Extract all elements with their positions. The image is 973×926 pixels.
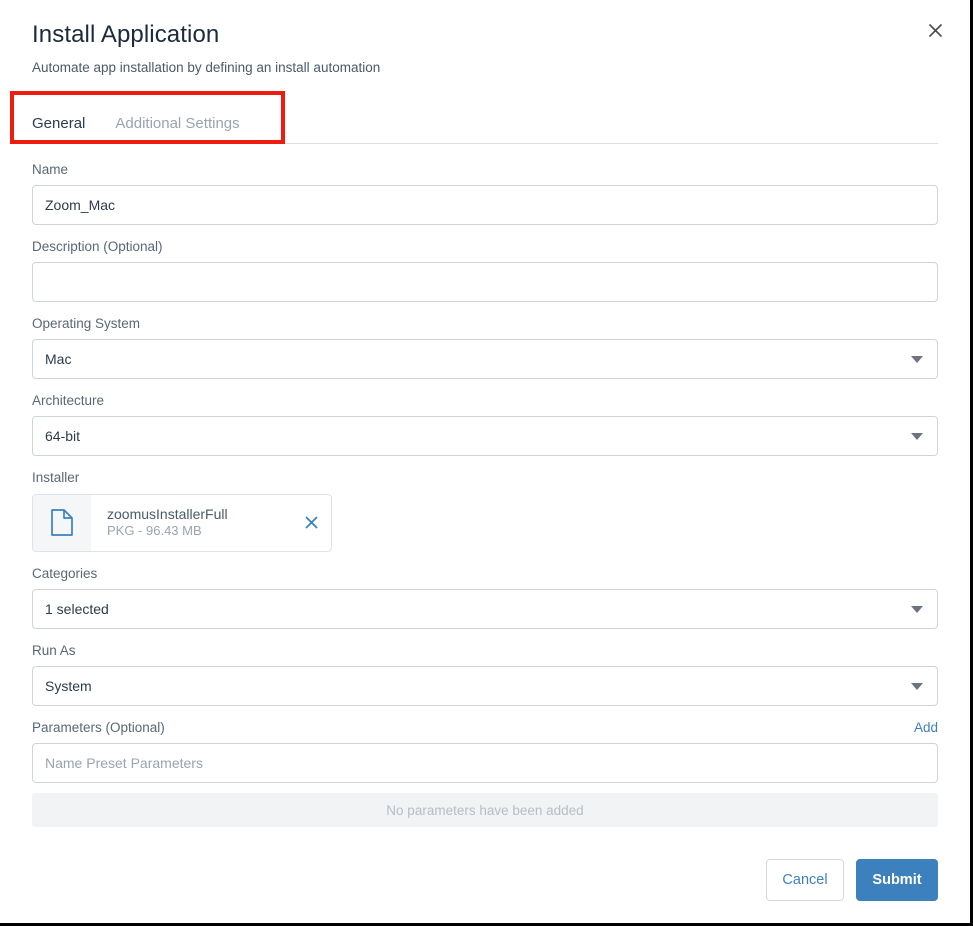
operating-system-value: Mac [45, 351, 71, 367]
dialog-header: Install Application Automate app install… [0, 0, 970, 77]
tab-general[interactable]: General [32, 116, 85, 143]
install-application-dialog: Install Application Automate app install… [0, 0, 973, 926]
field-categories: Categories 1 selected [32, 566, 938, 629]
run-as-label: Run As [32, 643, 938, 659]
tab-additional-settings[interactable]: Additional Settings [115, 116, 239, 143]
tab-divider [32, 143, 938, 144]
name-input[interactable]: Zoom_Mac [32, 185, 938, 225]
description-label: Description (Optional) [32, 239, 938, 255]
chevron-down-icon [911, 433, 923, 440]
dialog-subtitle: Automate app installation by defining an… [32, 60, 938, 76]
categories-label: Categories [32, 566, 938, 582]
add-parameter-link[interactable]: Add [914, 720, 938, 735]
general-form: Name Zoom_Mac Description (Optional) Ope… [0, 144, 970, 828]
name-input-value: Zoom_Mac [45, 197, 115, 213]
architecture-select[interactable]: 64-bit [32, 416, 938, 456]
remove-installer-icon[interactable] [291, 516, 331, 529]
field-architecture: Architecture 64-bit [32, 393, 938, 456]
field-run-as: Run As System [32, 643, 938, 706]
parameters-input[interactable]: Name Preset Parameters [32, 743, 938, 783]
field-installer: Installer zoomusInstallerFull PKG - 96.4… [32, 470, 938, 551]
installer-file-card: zoomusInstallerFull PKG - 96.43 MB [32, 494, 332, 552]
run-as-value: System [45, 678, 92, 694]
field-description: Description (Optional) [32, 239, 938, 302]
categories-value: 1 selected [45, 601, 109, 617]
installer-file-name: zoomusInstallerFull [107, 505, 291, 523]
operating-system-label: Operating System [32, 316, 938, 332]
operating-system-select[interactable]: Mac [32, 339, 938, 379]
submit-button[interactable]: Submit [856, 859, 938, 901]
chevron-down-icon [911, 356, 923, 363]
close-icon[interactable] [922, 17, 948, 43]
architecture-value: 64-bit [45, 428, 80, 444]
parameters-input-placeholder: Name Preset Parameters [45, 755, 203, 771]
architecture-label: Architecture [32, 393, 938, 409]
tab-bar: General Additional Settings [0, 103, 970, 144]
page-title: Install Application [32, 22, 938, 48]
categories-select[interactable]: 1 selected [32, 589, 938, 629]
chevron-down-icon [911, 606, 923, 613]
field-parameters: Parameters (Optional) Add Name Preset Pa… [32, 720, 938, 827]
cancel-button[interactable]: Cancel [766, 859, 844, 901]
parameters-label: Parameters (Optional) [32, 720, 165, 736]
name-label: Name [32, 162, 938, 178]
chevron-down-icon [911, 683, 923, 690]
description-input[interactable] [32, 262, 938, 302]
installer-file-meta: zoomusInstallerFull PKG - 96.43 MB [91, 505, 291, 540]
installer-file-details: PKG - 96.43 MB [107, 523, 291, 540]
run-as-select[interactable]: System [32, 666, 938, 706]
installer-label: Installer [32, 470, 938, 486]
field-operating-system: Operating System Mac [32, 316, 938, 379]
field-name: Name Zoom_Mac [32, 162, 938, 225]
document-icon [33, 494, 91, 552]
parameters-empty-state: No parameters have been added [32, 793, 938, 827]
dialog-footer: Cancel Submit [766, 859, 938, 901]
